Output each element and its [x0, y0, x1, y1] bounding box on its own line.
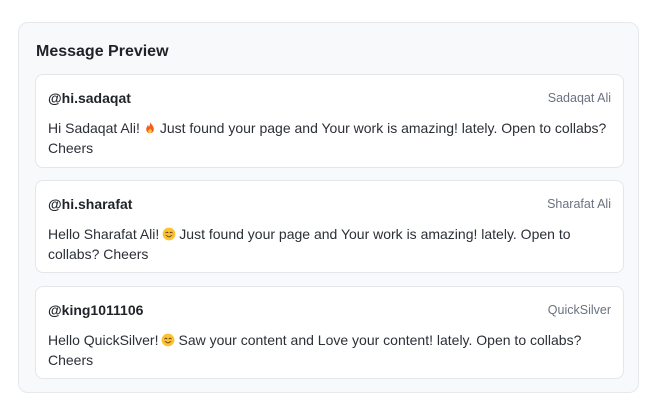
message-text: Hello QuickSilver! Saw your content and L…	[48, 330, 611, 370]
message-card: @hi.sharafat Sharafat Ali Hello Sharafat…	[35, 180, 624, 273]
recipient-handle: @hi.sharafat	[48, 196, 133, 212]
message-card: @king1011106 QuickSilver Hello QuickSilv…	[35, 286, 624, 379]
recipient-handle: @king1011106	[48, 302, 144, 318]
message-text: Hello Sharafat Ali! Just found your page …	[48, 224, 611, 264]
panel-title: Message Preview	[36, 43, 169, 60]
message-card-header: @hi.sadaqat Sadaqat Ali	[48, 89, 611, 107]
recipient-name: Sadaqat Ali	[547, 91, 611, 105]
smiling-face-emoji-icon	[161, 333, 175, 347]
fire-emoji-icon	[143, 121, 157, 135]
recipient-name: QuickSilver	[547, 303, 611, 317]
smiling-face-emoji-icon	[162, 227, 176, 241]
recipient-handle: @hi.sadaqat	[48, 90, 131, 106]
message-preview-panel: Message Preview @hi.sadaqat Sadaqat Ali …	[18, 22, 639, 393]
recipient-name: Sharafat Ali	[547, 197, 611, 211]
message-card: @hi.sadaqat Sadaqat Ali Hi Sadaqat Ali! J…	[35, 74, 624, 168]
message-text: Hi Sadaqat Ali! Just found your page and …	[48, 118, 611, 158]
message-card-header: @hi.sharafat Sharafat Ali	[48, 195, 611, 213]
message-text-start: Hi Sadaqat Ali!	[48, 120, 140, 136]
message-text-start: Hello QuickSilver!	[48, 332, 159, 348]
message-card-header: @king1011106 QuickSilver	[48, 301, 611, 319]
message-text-start: Hello Sharafat Ali!	[48, 226, 160, 242]
